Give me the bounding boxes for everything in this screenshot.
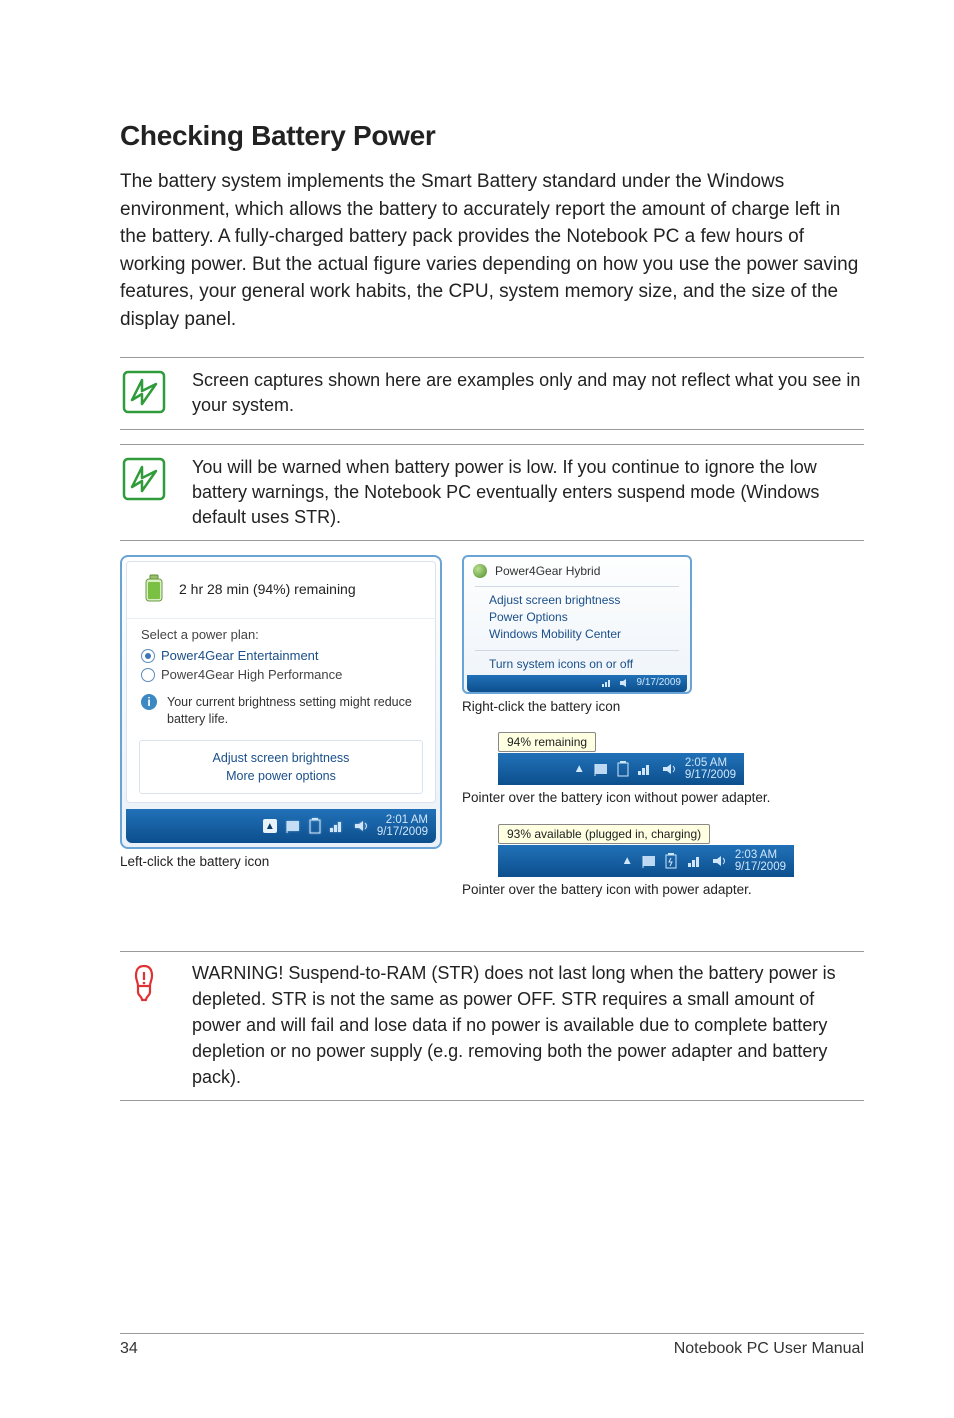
note-text-2: You will be warned when battery power is… xyxy=(192,455,864,531)
page-footer: 34 Notebook PC User Manual xyxy=(120,1333,864,1358)
system-tray: ▲ 2:01 AM 9/17/2009 xyxy=(126,809,436,843)
ctx-title-label: Power4Gear Hybrid xyxy=(495,564,600,578)
info-text: Your current brightness setting might re… xyxy=(167,694,421,728)
ctx-item-sysicons[interactable]: Turn system icons on or off xyxy=(467,653,687,675)
caption-right-3: Pointer over the battery icon with power… xyxy=(462,881,864,899)
tray-arrow-icon[interactable]: ▲ xyxy=(573,763,584,775)
remaining-label: 2 hr 28 min (94%) remaining xyxy=(179,581,356,597)
intro-paragraph: The battery system implements the Smart … xyxy=(120,168,864,333)
context-menu: Power4Gear Hybrid Adjust screen brightne… xyxy=(462,555,692,694)
radio-unselected-icon xyxy=(141,668,155,682)
note-icon xyxy=(120,455,168,503)
tray-arrow-icon[interactable]: ▲ xyxy=(263,819,277,833)
more-power-options-link[interactable]: More power options xyxy=(146,767,416,785)
ctx-item-power-options[interactable]: Power Options xyxy=(489,608,673,625)
plan-option-other[interactable]: Power4Gear High Performance xyxy=(141,665,421,684)
adjust-brightness-link[interactable]: Adjust screen brightness xyxy=(146,749,416,767)
battery-tooltip: 94% remaining xyxy=(498,732,596,752)
tray-time: 2:01 AM xyxy=(377,814,428,826)
tray-arrow-icon[interactable]: ▲ xyxy=(621,855,632,867)
network-icon[interactable] xyxy=(637,762,653,776)
plan-title: Select a power plan: xyxy=(141,627,421,642)
warning-block: WARNING! Suspend-to-RAM (STR) does not l… xyxy=(120,951,864,1101)
manual-title: Notebook PC User Manual xyxy=(674,1340,864,1358)
battery-tray-icon[interactable] xyxy=(309,818,321,834)
links-box: Adjust screen brightness More power opti… xyxy=(139,740,423,794)
tray-date: 9/17/2009 xyxy=(735,861,786,873)
battery-icon xyxy=(141,574,167,604)
tray-datetime[interactable]: 2:01 AM 9/17/2009 xyxy=(377,814,428,838)
note-block-2: You will be warned when battery power is… xyxy=(120,444,864,542)
ctx-title-row[interactable]: Power4Gear Hybrid xyxy=(467,560,687,584)
network-icon xyxy=(601,678,615,688)
volume-icon[interactable] xyxy=(711,854,727,868)
battery-charging-tray-icon[interactable] xyxy=(665,853,679,869)
note-block-1: Screen captures shown here are examples … xyxy=(120,357,864,429)
volume-icon[interactable] xyxy=(353,819,369,833)
plan-option-label: Power4Gear High Performance xyxy=(161,667,342,682)
radio-selected-icon xyxy=(141,649,155,663)
tray-date: 9/17/2009 xyxy=(377,826,428,838)
flag-icon[interactable] xyxy=(641,854,657,868)
ctx-tray-date: 9/17/2009 xyxy=(637,677,682,688)
battery-tray-icon[interactable] xyxy=(617,761,629,777)
tray-time: 2:03 AM xyxy=(735,849,786,861)
ctx-item-mobility-center[interactable]: Windows Mobility Center xyxy=(489,625,673,642)
warning-icon xyxy=(120,960,168,1008)
network-icon[interactable] xyxy=(687,854,703,868)
caption-left: Left-click the battery icon xyxy=(120,853,442,871)
tray-date: 9/17/2009 xyxy=(685,769,736,781)
plan-option-selected[interactable]: Power4Gear Entertainment xyxy=(141,646,421,665)
ctx-tray: 9/17/2009 xyxy=(467,675,687,692)
figures-row: 2 hr 28 min (94%) remaining Select a pow… xyxy=(120,555,864,915)
volume-icon xyxy=(619,678,633,688)
battery-tooltip-charging: 93% available (plugged in, charging) xyxy=(498,824,710,844)
flag-icon[interactable] xyxy=(593,762,609,776)
note-text-1: Screen captures shown here are examples … xyxy=(192,368,864,418)
tray-time: 2:05 AM xyxy=(685,757,736,769)
flag-icon[interactable] xyxy=(285,819,301,833)
page-number: 34 xyxy=(120,1340,138,1358)
info-icon: i xyxy=(141,694,157,710)
tray-datetime[interactable]: 2:03 AM 9/17/2009 xyxy=(735,849,786,873)
warning-text: WARNING! Suspend-to-RAM (STR) does not l… xyxy=(192,960,864,1090)
volume-icon[interactable] xyxy=(661,762,677,776)
plan-option-label: Power4Gear Entertainment xyxy=(161,648,319,663)
page-heading: Checking Battery Power xyxy=(120,120,864,152)
tooltip-block-plugged: 93% available (plugged in, charging) ▲ 2… xyxy=(462,824,864,877)
figure-left: 2 hr 28 min (94%) remaining Select a pow… xyxy=(120,555,442,887)
battery-popup: 2 hr 28 min (94%) remaining Select a pow… xyxy=(120,555,442,849)
mini-tray-b: ▲ 2:03 AM 9/17/2009 xyxy=(498,845,794,877)
figure-right: Power4Gear Hybrid Adjust screen brightne… xyxy=(462,555,864,915)
note-icon xyxy=(120,368,168,416)
network-icon[interactable] xyxy=(329,819,345,833)
caption-right-2: Pointer over the battery icon without po… xyxy=(462,789,864,807)
ctx-item-brightness[interactable]: Adjust screen brightness xyxy=(489,591,673,608)
mini-tray-a: ▲ 2:05 AM 9/17/2009 xyxy=(498,753,744,785)
tooltip-block-unplugged: 94% remaining ▲ 2:05 AM 9/17/2009 xyxy=(498,732,864,785)
power4gear-icon xyxy=(473,564,487,578)
caption-right-1: Right-click the battery icon xyxy=(462,698,864,716)
tray-datetime[interactable]: 2:05 AM 9/17/2009 xyxy=(685,757,736,781)
